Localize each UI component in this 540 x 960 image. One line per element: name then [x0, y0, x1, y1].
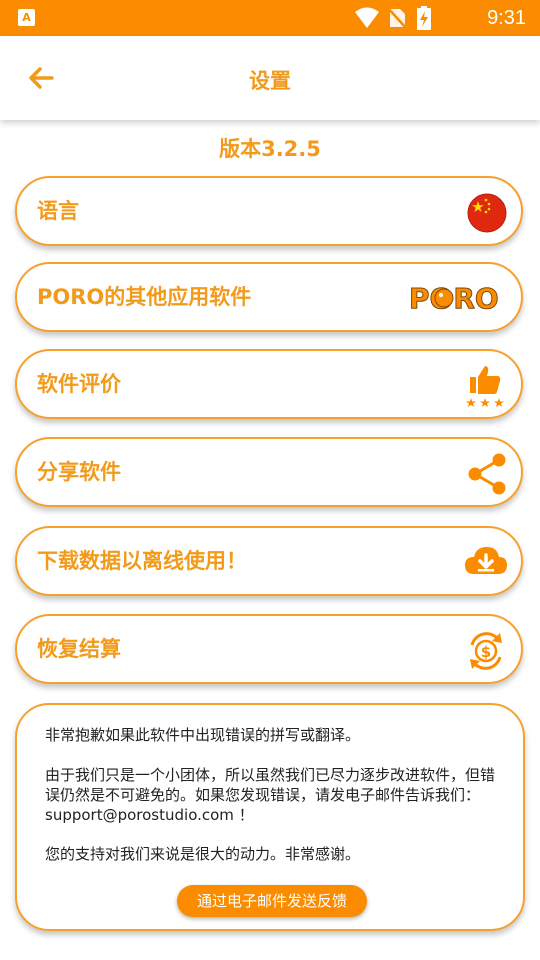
status-bar: A 9:31 — [0, 0, 540, 36]
thumbs-up-stars-icon — [466, 366, 504, 407]
menu-item-label: 分享软件 — [37, 460, 121, 484]
notice-error-report-text: 由于我们只是一个小团体，所以虽然我们已尽力逐步改进软件，但错误仍然是不可避免的。… — [45, 765, 501, 825]
poro-logo-icon: PORO — [409, 282, 500, 316]
svg-text:$: $ — [481, 643, 491, 661]
restore-purchase-icon: $ — [470, 632, 502, 670]
menu-item-language[interactable]: 语言 — [15, 176, 523, 246]
poro-logo-text: PORO — [409, 282, 499, 315]
notice-apology-text: 非常抱歉如果此软件中出现错误的拼写或翻译。 — [45, 726, 361, 744]
notice-error-report-body: 由于我们只是一个小团体，所以虽然我们已尽力逐步改进软件，但错误仍然是不可避免的。… — [45, 766, 496, 804]
page-title: 设置 — [249, 69, 291, 93]
menu-item-label: PORO的其他应用软件 — [37, 285, 252, 309]
notice-thanks-text: 您的支持对我们来说是很大的动力。非常感谢。 — [45, 845, 361, 863]
app-notification-icon: A — [18, 9, 35, 26]
share-icon — [468, 453, 506, 495]
notice-error-report-end: ！ — [233, 806, 254, 824]
battery-charging-icon — [417, 6, 431, 30]
wifi-icon — [355, 7, 379, 28]
menu-item-label: 下载数据以离线使用！ — [37, 549, 247, 573]
menu-item-other-apps[interactable]: PORO的其他应用软件 PORO — [15, 262, 523, 332]
no-sim-icon — [387, 7, 407, 29]
cloud-download-icon — [465, 547, 507, 574]
menu-item-label: 软件评价 — [37, 372, 121, 396]
version-label: 版本3.2.5 — [219, 137, 321, 161]
menu-item-restore-purchase[interactable]: 恢复结算 $ — [15, 614, 523, 684]
support-email: support@porostudio.com — [45, 806, 234, 824]
status-clock: 9:31 — [487, 7, 526, 29]
feedback-notice-card: 非常抱歉如果此软件中出现错误的拼写或翻译。 由于我们只是一个小团体，所以虽然我们… — [15, 703, 525, 931]
menu-item-rate-app[interactable]: 软件评价 — [15, 349, 523, 419]
app-bar: 设置 — [0, 36, 540, 120]
menu-item-share[interactable]: 分享软件 — [15, 437, 523, 507]
china-flag-icon — [467, 193, 507, 233]
menu-item-label: 语言 — [37, 199, 79, 223]
menu-item-offline-download[interactable]: 下载数据以离线使用！ — [15, 526, 523, 596]
send-feedback-email-button[interactable]: 通过电子邮件发送反馈 — [177, 885, 367, 917]
menu-item-label: 恢复结算 — [37, 637, 121, 661]
